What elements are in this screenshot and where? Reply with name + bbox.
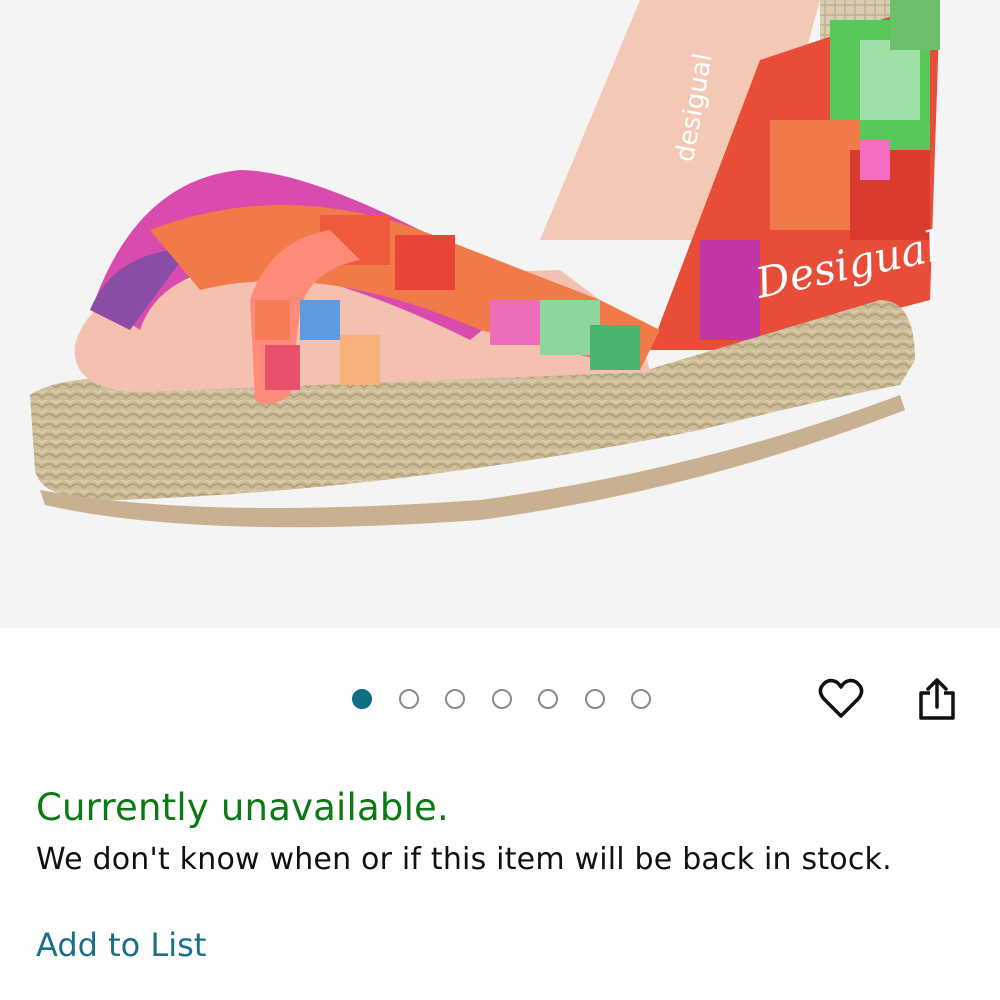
availability-status: Currently unavailable.: [36, 786, 449, 829]
carousel-dot-4[interactable]: [491, 689, 512, 709]
carousel-dot-6[interactable]: [584, 689, 605, 709]
sandal-illustration: Desigual desigual: [30, 0, 943, 528]
availability-message: We don't know when or if this item will …: [36, 842, 892, 877]
carousel-dot-2[interactable]: [398, 689, 419, 709]
heart-icon: [818, 678, 864, 718]
carousel-dot-7[interactable]: [631, 689, 651, 709]
carousel-dot-1[interactable]: [352, 689, 372, 709]
product-image[interactable]: Desigual desigual: [0, 0, 1000, 628]
share-icon: [919, 678, 955, 720]
carousel-dot-5[interactable]: [538, 689, 558, 709]
add-to-list-link[interactable]: Add to List: [36, 926, 206, 964]
wishlist-button[interactable]: [813, 671, 869, 727]
image-carousel-indicator[interactable]: [352, 687, 678, 711]
share-button[interactable]: [909, 671, 965, 727]
carousel-dot-3[interactable]: [445, 689, 465, 709]
